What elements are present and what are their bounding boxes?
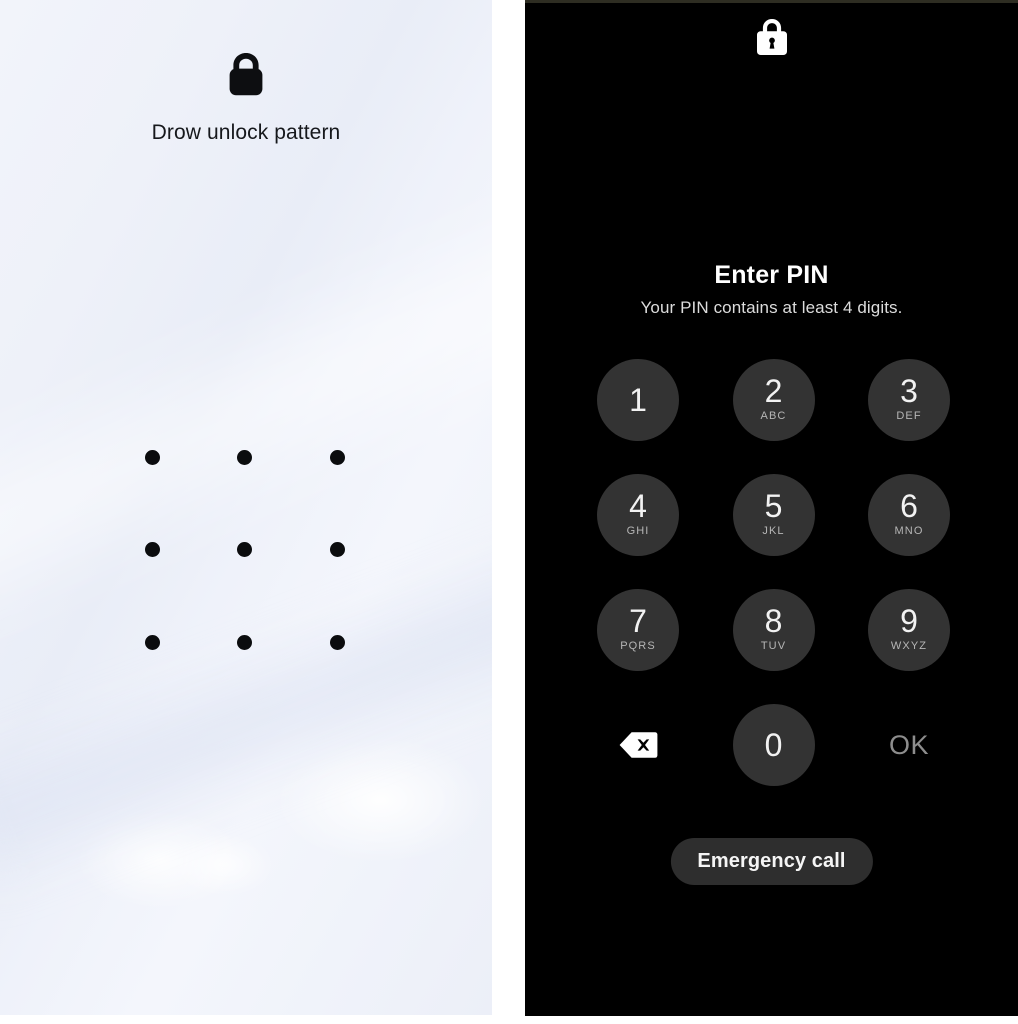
key-7[interactable]: 7 PQRS [597, 589, 679, 671]
key-9[interactable]: 9 WXYZ [868, 589, 950, 671]
key-digit: 2 [764, 372, 783, 409]
pattern-dot-cell[interactable] [291, 596, 384, 689]
pattern-dot[interactable] [330, 542, 346, 558]
key-letters: PQRS [620, 639, 656, 652]
pattern-dot-cell[interactable] [199, 596, 292, 689]
key-letters: WXYZ [890, 639, 928, 652]
pattern-title: Drow unlock pattern [151, 121, 341, 144]
key-letters: DEF [896, 409, 922, 422]
backspace-icon [619, 732, 658, 758]
key-2[interactable]: 2 ABC [732, 359, 815, 441]
pattern-dot[interactable] [144, 449, 160, 465]
pattern-dot[interactable] [237, 635, 253, 651]
ok-button[interactable]: OK [868, 704, 950, 786]
pattern-dot-grid[interactable] [106, 411, 384, 689]
key-letters: ABC [760, 409, 787, 422]
pattern-dot[interactable] [330, 449, 346, 465]
key-digit: 0 [764, 727, 783, 763]
backspace-button[interactable] [597, 704, 679, 786]
pattern-dot[interactable] [330, 635, 346, 651]
key-digit: 9 [900, 602, 918, 639]
key-0[interactable]: 0 [732, 704, 815, 786]
pattern-dot[interactable] [237, 449, 253, 465]
keypad-row: 0 OK [597, 704, 950, 819]
pattern-dot-cell[interactable] [106, 411, 199, 504]
lock-icon [229, 53, 263, 96]
pattern-dot[interactable] [144, 635, 160, 651]
ok-label: OK [888, 729, 929, 760]
pattern-unlock-screen: Drow unlock pattern [0, 0, 492, 1015]
pattern-dot-cell[interactable] [291, 411, 384, 504]
pattern-dot[interactable] [237, 542, 253, 558]
key-letters: TUV [760, 639, 787, 652]
emergency-call-button[interactable]: Emergency call [670, 838, 873, 885]
key-letters: MNO [894, 524, 924, 537]
pin-title: Enter PIN [714, 261, 829, 289]
key-digit: 5 [764, 487, 783, 524]
key-letters: JKL [762, 524, 785, 537]
pin-keypad: 1 2 ABC 3 DEF 4 GHI 5 JKL 6 MNO 7 PQRS 8… [597, 359, 950, 819]
lock-icon [756, 19, 787, 55]
pattern-dot-cell[interactable] [106, 596, 199, 689]
pattern-dot-cell[interactable] [199, 504, 292, 597]
key-6[interactable]: 6 MNO [868, 474, 950, 556]
key-letters: GHI [626, 524, 650, 537]
key-digit: 3 [900, 372, 918, 409]
key-digit: 7 [629, 602, 647, 639]
keypad-row: 7 PQRS 8 TUV 9 WXYZ [597, 589, 950, 704]
key-1[interactable]: 1 [597, 359, 679, 441]
pin-subtitle: Your PIN contains at least 4 digits. [640, 298, 903, 317]
keypad-row: 1 2 ABC 3 DEF [597, 359, 950, 474]
key-digit: 6 [900, 487, 918, 524]
key-8[interactable]: 8 TUV [732, 589, 815, 671]
pattern-dot-cell[interactable] [199, 411, 292, 504]
key-5[interactable]: 5 JKL [732, 474, 815, 556]
pattern-dot-cell[interactable] [291, 504, 384, 597]
key-digit: 8 [764, 602, 783, 639]
pattern-dot[interactable] [144, 542, 160, 558]
pin-unlock-screen: Enter PIN Your PIN contains at least 4 d… [525, 0, 1018, 1016]
key-digit: 1 [629, 382, 647, 418]
key-digit: 4 [629, 487, 647, 524]
keypad-row: 4 GHI 5 JKL 6 MNO [597, 474, 950, 589]
pattern-dot-cell[interactable] [106, 504, 199, 597]
key-3[interactable]: 3 DEF [868, 359, 950, 441]
key-4[interactable]: 4 GHI [597, 474, 679, 556]
